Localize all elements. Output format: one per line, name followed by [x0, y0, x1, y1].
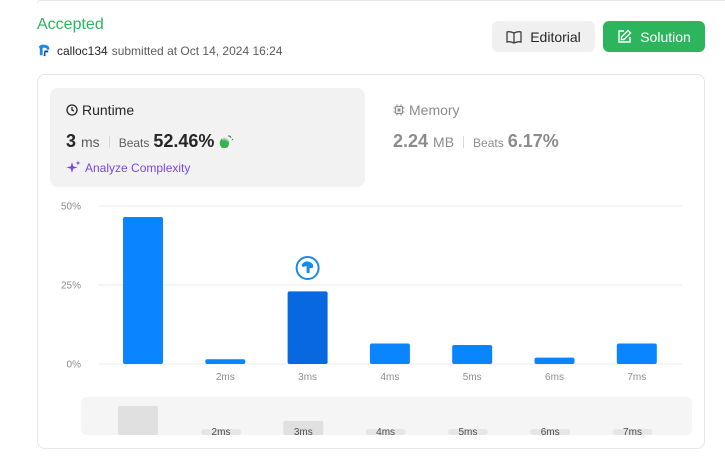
editorial-label: Editorial [530, 28, 581, 45]
solution-label: Solution [640, 28, 691, 45]
scroller-tick-label: 3ms [294, 427, 313, 435]
clapping-hands-icon [220, 134, 234, 148]
memory-stats: 2.24 MB Beats 6.17% [393, 131, 559, 152]
avatar[interactable] [37, 43, 52, 58]
submitter-info: calloc134 submitted at Oct 14, 2024 16:2… [37, 43, 282, 58]
edit-icon [618, 29, 632, 43]
chip-icon [393, 104, 405, 116]
scroller-tick-label: 4ms [376, 427, 395, 435]
memory-beats-value: 6.17% [507, 131, 559, 151]
memory-card[interactable]: Memory 2.24 MB Beats 6.17% [393, 88, 693, 187]
scroller-tick-label: 6ms [541, 427, 560, 435]
memory-unit: MB [433, 134, 455, 150]
submitted-time: submitted at Oct 14, 2024 16:24 [111, 43, 283, 58]
analyze-complexity-label: Analyze Complexity [85, 160, 191, 175]
memory-value: 2.24 [393, 131, 429, 151]
scroller-preview: 2ms 3ms 4ms 5ms 6ms 7ms [118, 406, 653, 435]
divider [108, 135, 110, 148]
runtime-title-label: Runtime [82, 102, 135, 118]
solution-button[interactable]: Solution [603, 21, 705, 52]
runtime-stats: 3 ms Beats 52.46% [66, 131, 234, 152]
clock-icon [66, 104, 78, 116]
runtime-title: Runtime [66, 102, 134, 118]
book-icon [506, 30, 522, 44]
sparkle-icon [66, 160, 81, 173]
scroller-bar [118, 406, 158, 435]
scroller-tick-label: 5ms [458, 427, 477, 435]
top-divider [37, 0, 725, 3]
memory-title-label: Memory [409, 102, 460, 118]
memory-beats-label: Beats [473, 136, 504, 150]
runtime-card[interactable]: Runtime 3 ms Beats 52.46% Analyze Comple… [50, 88, 365, 187]
memory-title: Memory [393, 102, 460, 118]
runtime-unit: ms [81, 134, 100, 150]
username[interactable]: calloc134 [57, 44, 108, 58]
submission-status: Accepted [37, 16, 104, 33]
runtime-value: 3 [66, 131, 77, 151]
scroller-tick-label: 2ms [212, 427, 231, 435]
chart-range-scroller[interactable]: 2ms 3ms 4ms 5ms 6ms 7ms [81, 397, 692, 435]
scroller-tick-label: 7ms [623, 427, 642, 435]
editorial-button[interactable]: Editorial [492, 21, 595, 52]
divider [463, 135, 465, 148]
analyze-complexity-link[interactable]: Analyze Complexity [66, 160, 190, 175]
runtime-beats-value: 52.46% [153, 131, 215, 151]
runtime-beats-label: Beats [118, 136, 150, 150]
